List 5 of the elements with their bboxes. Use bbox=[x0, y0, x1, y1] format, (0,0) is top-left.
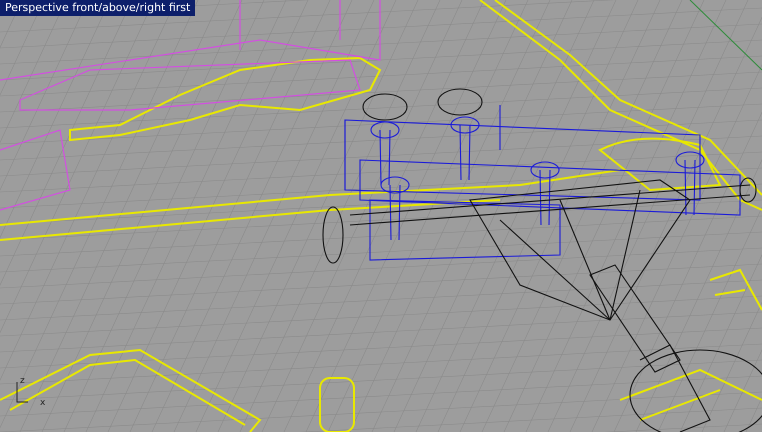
viewport-title: Perspective front/above/right first bbox=[0, 0, 196, 16]
edge-outline-drawing bbox=[709, 268, 762, 311]
slot-outline-drawing bbox=[319, 377, 355, 432]
axis-label: z bbox=[20, 376, 25, 386]
axis-label: x bbox=[40, 398, 46, 408]
